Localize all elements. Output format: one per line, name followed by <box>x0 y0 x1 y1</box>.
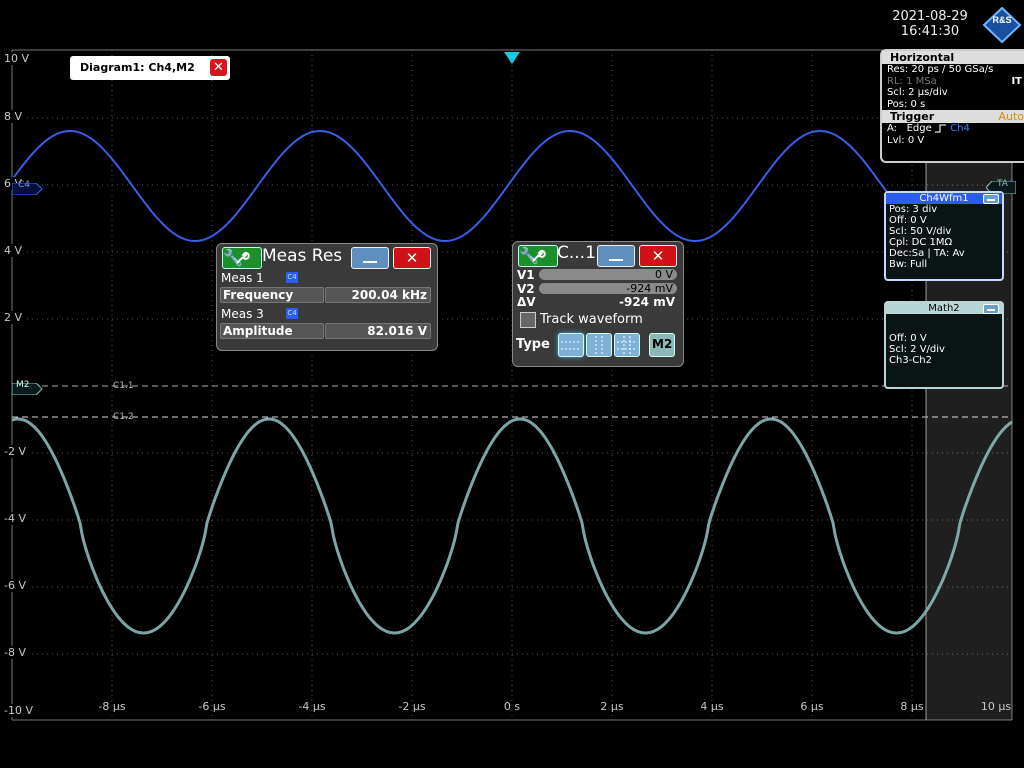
meas3-label: Meas 3 <box>221 307 264 321</box>
meas1-name: Frequency <box>220 287 324 303</box>
horizontal-rl: RL: 1 MSa IT <box>887 75 1022 87</box>
info-row: Scl: 2 V/div <box>889 344 945 355</box>
y-tick-label: 10 V <box>4 52 32 65</box>
ch4-offset-marker[interactable]: C4 <box>11 180 43 196</box>
x-tick-label: 10 µs <box>980 700 1012 713</box>
info-row: Cpl: DC 1MΩ <box>889 237 953 248</box>
scope-display[interactable] <box>0 0 1024 768</box>
ch4-waveform-title: Ch4Wfm1 <box>919 193 969 204</box>
cursor-1-label: C1.1 <box>113 381 134 391</box>
horizontal-res: Res: 20 ps / 50 GSa/s <box>887 64 994 75</box>
svg-text:R&S: R&S <box>992 15 1011 25</box>
horizontal-scl: Scl: 2 µs/div <box>887 87 948 98</box>
x-tick-label: 2 µs <box>600 700 624 713</box>
measurement-results-dialog[interactable]: Meas Res ✕ Meas 1 C4 Frequency 200.04 kH… <box>216 243 438 351</box>
minimize-icon[interactable] <box>983 194 999 204</box>
meas3-value: 82.016 V <box>325 323 431 339</box>
settings-wrench-button[interactable] <box>518 245 558 267</box>
y-tick-label: -6 V <box>4 579 28 592</box>
trigger-level: Lvl: 0 V <box>887 134 925 146</box>
vertical-cursor-type-button[interactable] <box>586 333 612 357</box>
y-tick-label: 8 V <box>4 110 25 123</box>
type-label: Type <box>516 337 550 352</box>
meas3-name: Amplitude <box>220 323 324 339</box>
y-tick-label: -4 V <box>4 512 28 525</box>
cursor-2-label: C1.2 <box>113 412 134 422</box>
horizontal-trigger-info-panel[interactable]: Horizontal Res: 20 ps / 50 GSa/s RL: 1 M… <box>880 49 1024 163</box>
y-tick-label: 2 V <box>4 311 25 324</box>
horizontal-cursor-type-button[interactable] <box>558 333 584 357</box>
both-cursor-type-button[interactable] <box>614 333 640 357</box>
info-row: Dec:Sa | TA: Av <box>889 248 965 259</box>
y-tick-label: -10 V <box>4 704 35 717</box>
info-row: Off: 0 V <box>889 215 927 226</box>
diagram-tab-title: Diagram1: Ch4,M2 <box>80 61 195 74</box>
horizontal-header[interactable]: Horizontal <box>882 51 1024 64</box>
x-tick-label: -4 µs <box>298 700 326 713</box>
trigger-header[interactable]: Trigger Auto <box>882 110 1024 123</box>
y-tick-label: -8 V <box>4 646 28 659</box>
minimize-button[interactable] <box>597 245 635 267</box>
cursor-v1-value[interactable]: 0 V <box>539 269 677 280</box>
datetime: 2021-08-29 16:41:30 <box>880 9 980 39</box>
ch4-waveform-info[interactable]: Ch4Wfm1 Pos: 3 div Off: 0 V Scl: 50 V/div C… <box>884 191 1004 281</box>
diagram-tab[interactable]: Diagram1: Ch4,M2 ✕ <box>70 56 230 80</box>
rohde-schwarz-logo: R&S <box>982 6 1022 44</box>
minimize-icon[interactable] <box>983 304 999 314</box>
cursor-delta-value: -924 mV <box>619 295 675 309</box>
math2-title: Math2 <box>928 303 960 314</box>
info-row: Bw: Full <box>889 259 928 270</box>
x-tick-label: 8 µs <box>900 700 924 713</box>
trigger-position-marker[interactable] <box>504 52 520 64</box>
meas1-label: Meas 1 <box>221 271 264 285</box>
wrench-icon <box>532 249 546 262</box>
horizontal-pos: Pos: 0 s <box>887 98 926 110</box>
x-tick-label: 4 µs <box>700 700 724 713</box>
meas3-source-badge: C4 <box>286 308 298 319</box>
time: 16:41:30 <box>900 24 960 39</box>
info-row: Ch3-Ch2 <box>889 355 932 366</box>
x-tick-label: 0 s <box>503 700 521 713</box>
close-button[interactable]: ✕ <box>639 245 677 267</box>
cursor-v2-value[interactable]: -924 mV <box>539 283 677 294</box>
close-diagram-button[interactable]: ✕ <box>210 59 227 76</box>
math2-offset-marker[interactable]: M2 <box>11 380 43 396</box>
minimize-button[interactable] <box>351 247 389 269</box>
y-tick-label: -2 V <box>4 445 28 458</box>
track-waveform-checkbox[interactable] <box>520 312 536 328</box>
meas1-source-badge: C4 <box>286 272 298 283</box>
meas-dialog-title: Meas Res <box>262 246 343 266</box>
track-waveform-label: Track waveform <box>540 312 643 327</box>
info-row: Scl: 50 V/div <box>889 226 952 237</box>
cursor-dialog-title: C...1 <box>557 243 596 263</box>
close-button[interactable]: ✕ <box>393 247 431 269</box>
info-row: Off: 0 V <box>889 333 927 344</box>
cursor-source-button[interactable]: M2 <box>649 333 675 357</box>
x-tick-label: -2 µs <box>398 700 426 713</box>
y-tick-label: 4 V <box>4 244 25 257</box>
trigger-type-row: A: Edge Ch4 <box>887 123 970 134</box>
meas1-value: 200.04 kHz <box>325 287 431 303</box>
x-tick-label: 6 µs <box>800 700 824 713</box>
settings-wrench-button[interactable] <box>222 247 262 269</box>
graticule <box>11 49 1013 721</box>
trigger-mode: Auto <box>998 110 1024 123</box>
wrench-icon <box>236 251 250 264</box>
math2-info[interactable]: Math2 Off: 0 V Scl: 2 V/div Ch3-Ch2 <box>884 301 1004 389</box>
x-tick-label: -6 µs <box>198 700 226 713</box>
rising-edge-icon <box>934 123 946 133</box>
x-tick-label: -8 µs <box>98 700 126 713</box>
info-row: Pos: 3 div <box>889 204 938 215</box>
date: 2021-08-29 <box>892 9 968 24</box>
